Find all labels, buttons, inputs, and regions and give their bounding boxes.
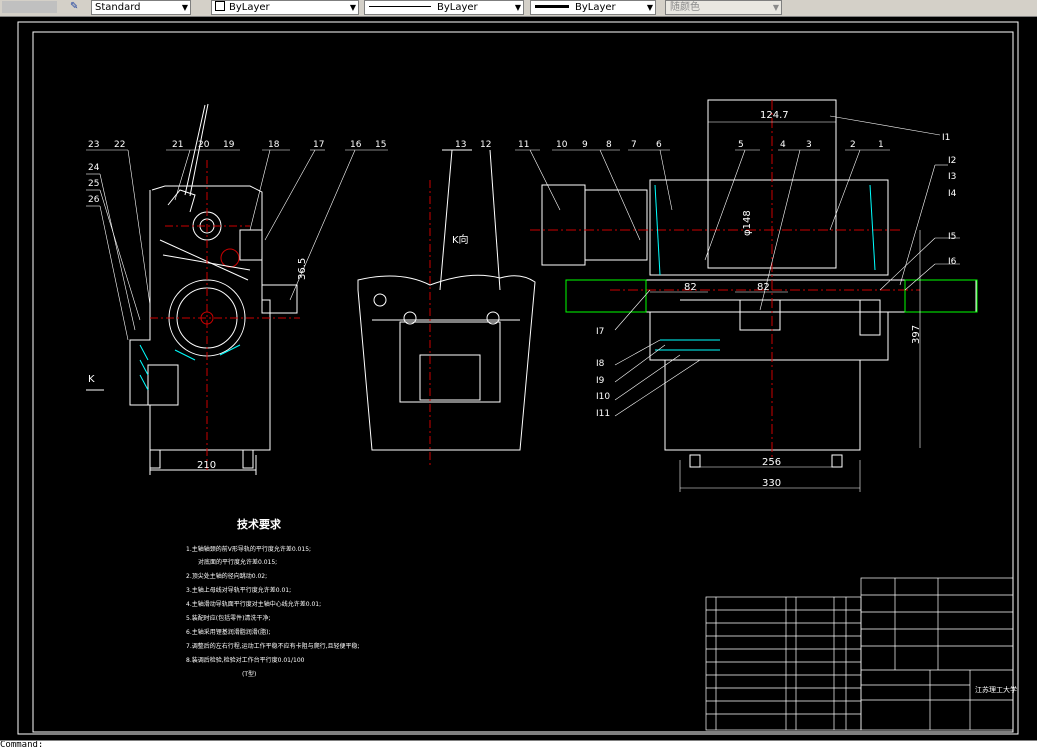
chevron-down-icon: ▼ [772,3,779,12]
part-label-I5: I5 [948,232,956,242]
dimension-256: 256 [762,457,781,468]
part-label-I11: I11 [596,409,610,419]
tech-req-line-1: 1.主轴轴颈的前V形导轨的平行度允许差0.015; [186,545,311,553]
part-label-11: 11 [518,140,529,150]
tech-req-line-6: 5.装配时应(包括零件)清洗干净; [186,614,270,622]
title-block [860,577,1014,731]
part-label-I4: I4 [948,189,957,199]
chevron-down-icon: ▼ [646,3,653,12]
part-label-12: 12 [480,140,491,150]
cad-drawing: 23 22 21 20 19 18 17 16 15 24 25 26 210 … [17,21,1019,735]
part-label-4: 4 [780,140,786,150]
part-label-23: 23 [88,140,99,150]
part-label-6: 6 [656,140,662,150]
part-label-25: 25 [88,179,99,189]
dimension-82-b: 82 [757,282,770,293]
part-label-17: 17 [313,140,324,150]
dimension-210: 210 [197,460,216,471]
toolbar-empty-area [785,1,1035,14]
plot-style-dropdown: 随颜色 ▼ [665,0,782,15]
tech-req-line-4: 3.主轴上母线对导轨平行度允许差0.01; [186,586,291,594]
left-leader-lines [86,149,388,341]
part-label-24: 24 [88,163,100,173]
part-label-8: 8 [606,140,612,150]
part-label-15: 15 [375,140,386,150]
technical-requirements: 技术要求 1.主轴轴颈的前V形导轨的平行度允许差0.015; 对底面的平行度允许… [186,517,360,678]
tech-req-line-8: 7.调整后的左右行程,运动工作平稳不应有卡阻与爬行,且轻便平稳; [186,642,360,650]
lineweight-dropdown[interactable]: ByLayer ▼ [530,0,656,15]
lineweight-sample-icon [535,5,569,8]
part-label-7: 7 [631,140,637,150]
part-label-I3: I3 [948,172,956,182]
toolbar-grip [2,1,57,13]
dimension-397: 397 [911,325,922,344]
part-label-10: 10 [556,140,568,150]
part-label-22: 22 [114,140,125,150]
part-label-18a: 18 [268,140,280,150]
part-label-2: 2 [850,140,856,150]
tech-req-line-2: 对底面的平行度允许差0.015; [198,558,277,566]
part-label-13: 13 [455,140,466,150]
layer-color-dropdown[interactable]: ByLayer ▼ [211,0,359,15]
parts-list [705,596,862,731]
part-label-21: 21 [172,140,183,150]
view-label-k-dir: K向 [452,233,469,246]
dimension-phi-148: φ148 [742,210,753,236]
part-label-9: 9 [582,140,588,150]
dimension-330: 330 [762,478,781,489]
part-label-I7: I7 [596,327,604,337]
view-arrow-k: K [88,374,95,385]
linetype-sample-icon [369,6,431,7]
part-label-I2: I2 [948,156,956,166]
part-label-3: 3 [806,140,812,150]
text-style-dropdown[interactable]: Standard ▼ [91,0,191,15]
part-label-26: 26 [88,195,100,205]
part-label-20: 20 [198,140,210,150]
inner-frame [32,31,1014,733]
tech-req-line-5: 4.主轴滑动导轨面平行度对主轴中心线允许差0.01; [186,600,321,608]
dimension-82-a: 82 [684,282,697,293]
linetype-dropdown[interactable]: ByLayer ▼ [364,0,524,15]
part-label-I8: I8 [596,359,605,369]
part-label-I1: I1 [942,133,950,143]
left-side-view [129,103,298,475]
dimension-124-7: 124.7 [760,110,789,121]
part-label-I9: I9 [596,376,605,386]
part-label-I10: I10 [596,392,610,402]
title-block-school: 江苏理工大学 [975,685,1017,694]
part-label-1: 1 [878,140,884,150]
outer-frame [17,21,1019,735]
text-style-icon[interactable]: ✎ [70,1,84,13]
tech-req-line-7: 6.主轴采用锂基润滑脂润滑(脂); [186,628,270,636]
part-label-16: 16 [350,140,362,150]
tech-req-title: 技术要求 [237,517,282,531]
right-leader-lines [515,115,960,417]
left-view-centerlines [150,160,300,470]
tech-req-line-10: (T型) [242,670,256,678]
chevron-down-icon: ▼ [514,3,521,12]
tech-req-line-9: 8.装调后检验,检验对工作台平行度0.01/100 [186,656,305,664]
chevron-down-icon: ▼ [181,3,188,12]
part-label-I6: I6 [948,257,957,267]
dimension-36-5: 36.5 [297,258,308,280]
tech-req-line-3: 2.顶尖处主轴的径向跳动0.02; [186,572,267,580]
drawing-canvas[interactable]: 23 22 21 20 19 18 17 16 15 24 25 26 210 … [0,17,1037,740]
chevron-down-icon: ▼ [349,3,356,12]
part-label-19: 19 [223,140,235,150]
properties-toolbar: ✎ Standard ▼ ByLayer ▼ ByLayer ▼ ByLayer… [0,0,1037,17]
part-label-5: 5 [738,140,744,150]
k-direction-view [357,149,536,451]
color-swatch-icon [215,1,225,11]
